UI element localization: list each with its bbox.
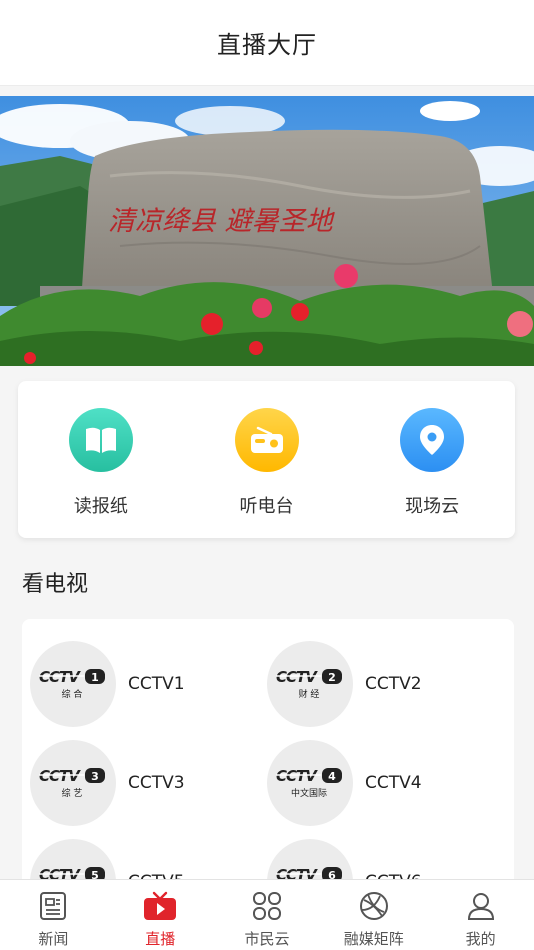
- tab-live[interactable]: 直播: [107, 880, 214, 950]
- svg-text:CCTV: CCTV: [276, 767, 318, 785]
- tv-section-title: 看电视: [22, 572, 89, 597]
- svg-text:1: 1: [91, 671, 99, 684]
- tv-channel-name: CCTV4: [365, 773, 422, 793]
- banner-inscription: 清凉绛县 避暑圣地: [108, 206, 336, 237]
- radio-icon: [234, 408, 299, 472]
- tv-channels-card: CCTV 1 综 合 CCTV1 CCTV 2 财 经 CCTV2 CCTV 3 综 艺 CCTV3 C…: [22, 619, 514, 899]
- tv-channel-name: CCTV3: [128, 773, 185, 793]
- tab-label: 我的: [465, 930, 496, 948]
- svg-text:中文国际: 中文国际: [291, 787, 327, 799]
- tv-channel-item[interactable]: CCTV 3 综 艺 CCTV3: [30, 740, 267, 826]
- tab-label: 市民云: [244, 930, 290, 948]
- svg-text:综 艺: 综 艺: [62, 787, 83, 799]
- tv-channel-name: CCTV2: [365, 674, 422, 694]
- svg-text:综 合: 综 合: [62, 688, 83, 700]
- tab-media-matrix[interactable]: 融媒矩阵: [320, 880, 427, 950]
- tv-play-icon: [143, 889, 177, 923]
- quick-links-card: 读报纸 听电台 现场云: [18, 381, 515, 538]
- tab-label: 直播: [145, 930, 176, 948]
- svg-text:CCTV: CCTV: [276, 668, 318, 686]
- svg-text:3: 3: [91, 770, 99, 783]
- quick-link-read-newspaper[interactable]: 读报纸: [18, 381, 184, 538]
- svg-text:2: 2: [328, 671, 336, 684]
- bottom-tab-bar: 新闻 直播 市民云 融媒矩阵 我的: [0, 879, 534, 950]
- quick-link-label: 读报纸: [73, 496, 128, 517]
- location-pin-icon: [400, 408, 465, 472]
- cctv-logo-icon: CCTV 1 综 合: [30, 641, 116, 727]
- quick-link-label: 听电台: [239, 496, 294, 517]
- svg-text:CCTV: CCTV: [39, 668, 81, 686]
- tab-label: 融媒矩阵: [343, 930, 404, 948]
- quick-link-label: 现场云: [405, 496, 460, 517]
- book-icon: [68, 408, 133, 472]
- tv-channel-item[interactable]: CCTV 1 综 合 CCTV1: [30, 641, 267, 727]
- tab-news[interactable]: 新闻: [0, 880, 107, 950]
- tab-me[interactable]: 我的: [427, 880, 534, 950]
- tab-citizen-cloud[interactable]: 市民云: [214, 880, 321, 950]
- cctv-logo-icon: CCTV 4 中文国际: [267, 740, 353, 826]
- tv-channel-grid: CCTV 1 综 合 CCTV1 CCTV 2 财 经 CCTV2 CCTV 3 综 艺 CCTV3 C…: [30, 641, 510, 899]
- cctv-logo-icon: CCTV 2 财 经: [267, 641, 353, 727]
- quick-link-live-cloud[interactable]: 现场云: [349, 381, 515, 538]
- tv-channel-item[interactable]: CCTV 2 财 经 CCTV2: [267, 641, 504, 727]
- grid-icon: [250, 889, 284, 923]
- banner-image[interactable]: 清凉绛县 避暑圣地: [0, 96, 534, 366]
- news-icon: [36, 889, 70, 923]
- cctv-logo-icon: CCTV 3 综 艺: [30, 740, 116, 826]
- svg-text:CCTV: CCTV: [39, 767, 81, 785]
- quick-link-listen-radio[interactable]: 听电台: [184, 381, 350, 538]
- user-icon: [464, 889, 498, 923]
- tv-channel-name: CCTV1: [128, 674, 185, 694]
- page-title: 直播大厅: [217, 31, 317, 59]
- app-header: 直播大厅: [0, 0, 534, 86]
- tv-channel-item[interactable]: CCTV 4 中文国际 CCTV4: [267, 740, 504, 826]
- orbit-icon: [357, 889, 391, 923]
- tab-label: 新闻: [38, 930, 69, 948]
- banner-scene-illustration: 清凉绛县 避暑圣地: [0, 96, 534, 366]
- svg-text:4: 4: [328, 770, 336, 783]
- svg-text:财 经: 财 经: [299, 688, 320, 700]
